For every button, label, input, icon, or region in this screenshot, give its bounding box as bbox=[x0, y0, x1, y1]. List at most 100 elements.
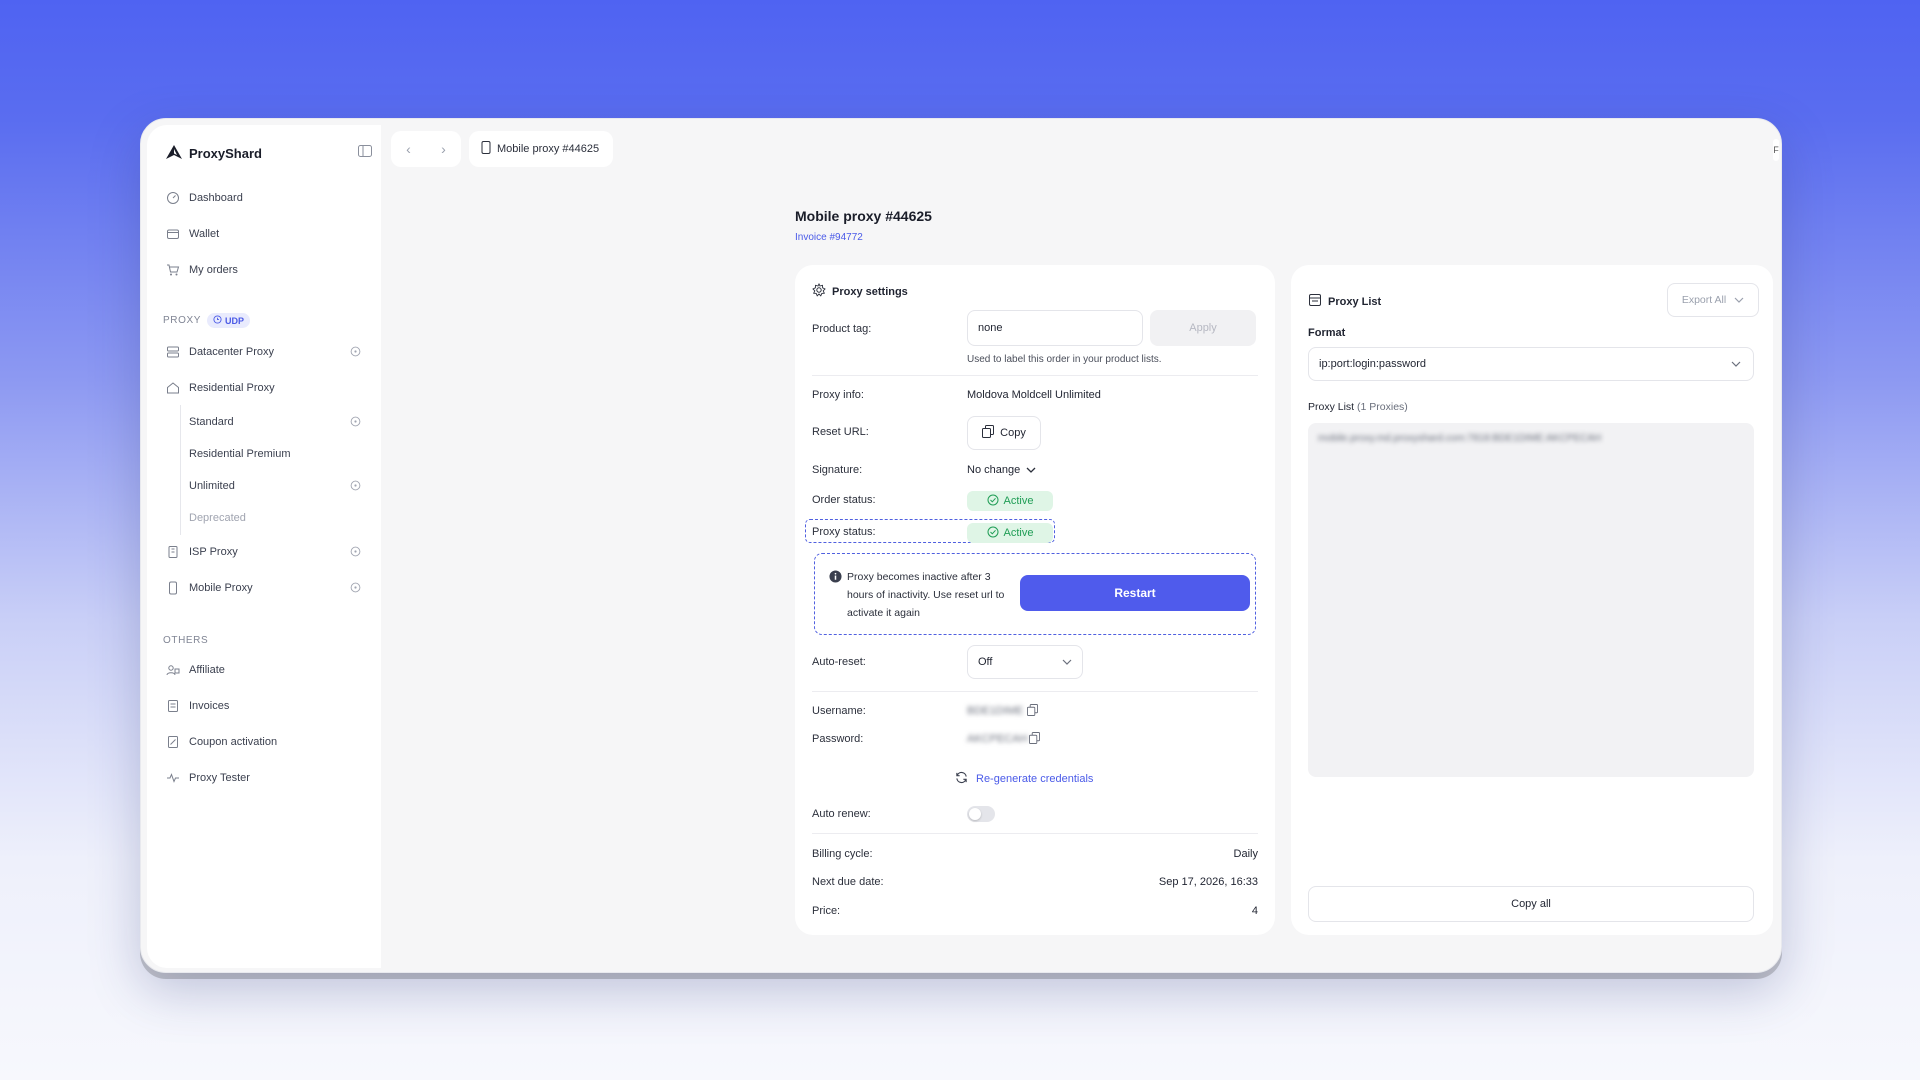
divider bbox=[812, 691, 1258, 692]
sidebar-item-my-orders[interactable]: My orders bbox=[165, 255, 371, 285]
order-status-label: Order status: bbox=[812, 494, 876, 506]
copy-reset-url-button[interactable]: Copy bbox=[967, 416, 1041, 450]
price-value: 4 bbox=[1251, 905, 1258, 917]
copy-username-icon[interactable] bbox=[1027, 704, 1038, 719]
phone-icon bbox=[481, 141, 491, 157]
sidebar-item-coupon-activation[interactable]: Coupon activation bbox=[165, 727, 371, 757]
sidebar-subitem-deprecated[interactable]: Deprecated bbox=[189, 505, 371, 531]
sidebar-item-affiliate[interactable]: Affiliate bbox=[165, 655, 371, 685]
info-icon bbox=[829, 570, 842, 586]
submenu-line bbox=[180, 405, 181, 535]
info-icon bbox=[350, 346, 361, 360]
sidebar-item-label: Coupon activation bbox=[189, 736, 278, 748]
chevron-down-icon bbox=[1026, 464, 1036, 476]
info-icon bbox=[350, 582, 361, 596]
proxy-settings-card: Proxy settings Product tag: none Apply U… bbox=[795, 265, 1275, 935]
sidebar-item-residential-proxy[interactable]: Residential Proxy bbox=[165, 373, 371, 403]
server-icon bbox=[165, 344, 181, 360]
sidebar-item-label: Affiliate bbox=[189, 664, 225, 676]
copy-icon bbox=[982, 425, 995, 441]
wallet-icon bbox=[165, 226, 181, 242]
udp-badge-label: UDP bbox=[225, 315, 245, 326]
auto-reset-value: Off bbox=[978, 656, 993, 668]
sidebar-subitem-residential-premium[interactable]: Residential Premium bbox=[189, 441, 371, 467]
list-icon bbox=[1308, 293, 1322, 310]
password-value: AKCPECAH bbox=[967, 733, 1028, 745]
tab-mobile-proxy[interactable]: Mobile proxy #44625 bbox=[469, 131, 613, 167]
apply-button[interactable]: Apply bbox=[1150, 310, 1256, 346]
signature-dropdown[interactable]: No change bbox=[967, 464, 1036, 476]
sidebar-item-label: Unlimited bbox=[189, 480, 235, 492]
proxy-list-card: Proxy List Export All Format ip:port:log… bbox=[1291, 265, 1773, 935]
format-select[interactable]: ip:port:login:password bbox=[1308, 347, 1754, 381]
sidebar-item-dashboard[interactable]: Dashboard bbox=[165, 183, 371, 213]
chevron-down-icon bbox=[1734, 294, 1744, 306]
sidebar-subitem-standard[interactable]: Standard bbox=[189, 409, 371, 435]
sidebar-item-label: Standard bbox=[189, 416, 234, 428]
info-icon bbox=[350, 546, 361, 560]
card-title: Proxy List bbox=[1308, 293, 1381, 310]
proxy-list-textarea[interactable]: mobile.proxy.md.proxyshard.com:7818:BDE1… bbox=[1308, 423, 1754, 777]
edge-tab[interactable]: F bbox=[1773, 139, 1779, 161]
info-icon bbox=[350, 416, 361, 430]
order-status-badge: Active bbox=[967, 491, 1053, 511]
sidebar-item-label: Invoices bbox=[189, 700, 230, 712]
coupon-icon bbox=[165, 734, 181, 750]
restart-button[interactable]: Restart bbox=[1020, 575, 1250, 611]
sidebar-item-wallet[interactable]: Wallet bbox=[165, 219, 371, 249]
inactivity-info-box: Proxy becomes inactive after 3 hours of … bbox=[814, 553, 1256, 635]
page-title: Mobile proxy #44625 bbox=[795, 208, 932, 224]
info-icon bbox=[350, 480, 361, 494]
sidebar-item-label: Deprecated bbox=[189, 512, 246, 524]
logo[interactable]: ProxyShard bbox=[165, 141, 375, 165]
check-circle-icon bbox=[987, 526, 999, 541]
building-icon bbox=[165, 544, 181, 560]
udp-badge: UDP bbox=[207, 313, 251, 328]
dashboard-icon bbox=[165, 190, 181, 206]
proxy-list-count: (1 Proxies) bbox=[1357, 401, 1408, 413]
chevron-down-icon bbox=[1062, 656, 1072, 668]
sidebar-item-label: Residential Proxy bbox=[189, 382, 275, 394]
regenerate-credentials-button[interactable]: Re-generate credentials bbox=[955, 771, 1093, 787]
card-title-label: Proxy List bbox=[1328, 295, 1382, 308]
copy-button-label: Copy bbox=[1000, 427, 1026, 439]
export-all-button[interactable]: Export All bbox=[1667, 283, 1759, 317]
proxy-status-value: Active bbox=[1003, 527, 1034, 539]
divider bbox=[812, 375, 1258, 376]
sidebar-subitem-unlimited[interactable]: Unlimited bbox=[189, 473, 371, 499]
copy-password-icon[interactable] bbox=[1029, 732, 1040, 747]
refresh-icon bbox=[955, 771, 968, 787]
invoice-icon bbox=[165, 698, 181, 714]
sidebar-item-label: Residential Premium bbox=[189, 448, 291, 460]
chevron-down-icon bbox=[1731, 358, 1741, 370]
gear-icon bbox=[812, 282, 826, 300]
signature-value: No change bbox=[967, 464, 1021, 476]
sidebar-item-label: Mobile Proxy bbox=[189, 582, 253, 594]
next-due-label: Next due date: bbox=[812, 876, 884, 888]
pulse-icon bbox=[165, 770, 181, 786]
forward-arrow-icon[interactable]: › bbox=[441, 141, 446, 157]
sidebar-collapse-icon[interactable] bbox=[357, 143, 373, 162]
sidebar-item-datacenter-proxy[interactable]: Datacenter Proxy bbox=[165, 337, 371, 367]
sidebar-item-isp-proxy[interactable]: ISP Proxy bbox=[165, 537, 371, 567]
copy-all-button[interactable]: Copy all bbox=[1308, 886, 1754, 922]
format-value: ip:port:login:password bbox=[1319, 358, 1427, 370]
proxy-list-entry: mobile.proxy.md.proxyshard.com:7818:BDE1… bbox=[1318, 433, 1602, 444]
card-title: Proxy settings bbox=[812, 282, 908, 300]
back-arrow-icon[interactable]: ‹ bbox=[406, 141, 411, 157]
sidebar-item-invoices[interactable]: Invoices bbox=[165, 691, 371, 721]
invoice-link[interactable]: Invoice #94772 bbox=[795, 232, 863, 243]
auto-reset-select[interactable]: Off bbox=[967, 645, 1083, 679]
password-label: Password: bbox=[812, 733, 864, 745]
auto-renew-toggle[interactable] bbox=[967, 806, 995, 822]
sidebar-item-proxy-tester[interactable]: Proxy Tester bbox=[165, 763, 371, 793]
section-label-others: OTHERS bbox=[163, 635, 209, 646]
proxyshard-logo-icon bbox=[165, 144, 183, 163]
username-label: Username: bbox=[812, 705, 866, 717]
sidebar-item-label: Datacenter Proxy bbox=[189, 346, 274, 358]
product-tag-label: Product tag: bbox=[812, 323, 872, 335]
sidebar-item-mobile-proxy[interactable]: Mobile Proxy bbox=[165, 573, 371, 603]
username-value: BDE1DIME bbox=[967, 705, 1024, 717]
proxy-list-label: Proxy List (1 Proxies) bbox=[1308, 401, 1408, 413]
product-tag-input[interactable]: none bbox=[967, 310, 1143, 346]
